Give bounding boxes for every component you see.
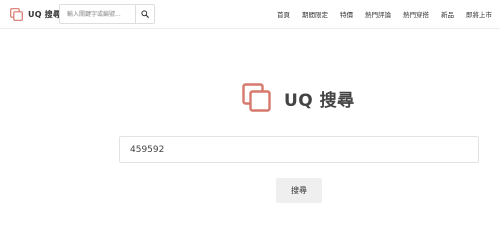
top-navigation-bar: UQ 搜尋 首頁 期間限定 特價 熱門評論 熱門穿搭 新品 即將上市 [0, 0, 500, 29]
header-search-button[interactable] [135, 5, 154, 23]
nav-coming-soon[interactable]: 即將上市 [466, 9, 492, 19]
nav-popular-outfits[interactable]: 熱門穿搭 [403, 9, 429, 19]
site-logo[interactable]: UQ 搜尋 [10, 7, 61, 21]
main-search-input[interactable] [119, 136, 479, 163]
brand-logo-icon [242, 83, 271, 112]
nav-popular-reviews[interactable]: 熱門評論 [365, 9, 391, 19]
nav-limited-time[interactable]: 期間限定 [302, 9, 328, 19]
search-button[interactable]: 搜尋 [276, 178, 322, 203]
logo-icon [10, 7, 23, 21]
page-title: UQ 搜尋 [284, 90, 355, 111]
main-nav: 首頁 期間限定 特價 熱門評論 熱門穿搭 新品 即將上市 [265, 8, 492, 20]
nav-new-arrivals[interactable]: 新品 [441, 9, 454, 19]
header-search [59, 4, 155, 24]
header-search-input[interactable] [60, 5, 136, 23]
logo-text: UQ 搜尋 [28, 9, 62, 19]
search-icon [141, 10, 149, 18]
nav-home[interactable]: 首頁 [277, 9, 290, 19]
nav-sale[interactable]: 特價 [340, 9, 353, 19]
hero-heading: UQ 搜尋 [242, 83, 355, 113]
